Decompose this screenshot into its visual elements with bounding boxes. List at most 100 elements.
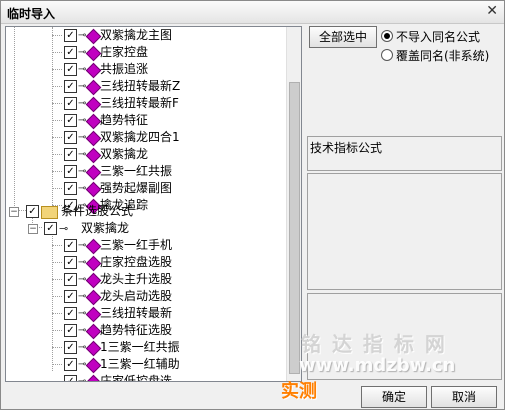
formula-icon bbox=[85, 181, 102, 198]
watermark-title: 铭 达 指 标 网 bbox=[301, 332, 447, 356]
checkbox[interactable]: ✓ bbox=[64, 358, 77, 371]
formula-icon bbox=[85, 374, 102, 381]
tree-folder-label: 条件选股公式 bbox=[61, 204, 134, 218]
tree-item[interactable]: ✓ ⊸ 强势起爆副图 bbox=[6, 180, 286, 198]
checkbox[interactable]: ✓ bbox=[64, 307, 77, 320]
tree-item-label: 庄家低控盘选 bbox=[100, 374, 173, 382]
tree-item-label: 三紫一红手机 bbox=[100, 238, 173, 252]
tree-item[interactable]: ✓ ⊸ 三线扭转最新Z bbox=[6, 78, 286, 96]
formula-icon bbox=[85, 238, 102, 255]
tree-item[interactable]: ✓ ⊸ 三线扭转最新 bbox=[6, 305, 286, 323]
tree-item[interactable]: ✓ ⊸ 1三紫一红共振 bbox=[6, 339, 286, 357]
formula-icon bbox=[85, 164, 102, 181]
formula-icon bbox=[85, 306, 102, 323]
collapse-icon[interactable]: − bbox=[9, 207, 19, 217]
tree-item-label: 双紫擒龙主图 bbox=[100, 28, 173, 42]
ok-button[interactable]: 确定 bbox=[361, 386, 427, 408]
formula-icon bbox=[85, 323, 102, 340]
tree-item-label: 双紫擒龙 bbox=[100, 147, 149, 161]
tree-item[interactable]: ✓ ⊸ 庄家控盘 bbox=[6, 44, 286, 62]
formula-icon bbox=[85, 45, 102, 62]
collapse-icon[interactable]: − bbox=[28, 224, 38, 234]
tree-item[interactable]: ✓ ⊸ 三紫一红共振 bbox=[6, 163, 286, 181]
tree-item[interactable]: ✓ ⊸ 庄家低控盘选 bbox=[6, 373, 286, 382]
tree-item-label: 强势起爆副图 bbox=[100, 181, 173, 195]
scrollbar-thumb[interactable] bbox=[289, 82, 300, 374]
cancel-button[interactable]: 取消 bbox=[431, 386, 497, 408]
close-icon[interactable]: ✕ bbox=[486, 3, 498, 19]
checkbox[interactable]: ✓ bbox=[64, 375, 77, 381]
checkbox[interactable]: ✓ bbox=[64, 182, 77, 195]
checkbox[interactable]: ✓ bbox=[64, 290, 77, 303]
formula-icon bbox=[85, 113, 102, 130]
checkbox[interactable]: ✓ bbox=[64, 131, 77, 144]
checkbox[interactable]: ✓ bbox=[64, 341, 77, 354]
formula-icon bbox=[85, 96, 102, 113]
checkbox[interactable]: ✓ bbox=[64, 165, 77, 178]
formula-icon bbox=[85, 147, 102, 164]
vertical-scrollbar[interactable] bbox=[286, 27, 301, 381]
tree-item[interactable]: ✓ ⊸ 三紫一红手机 bbox=[6, 237, 286, 255]
checkbox[interactable]: ✓ bbox=[64, 114, 77, 127]
tree-item-label: 三线扭转最新F bbox=[100, 96, 179, 110]
title-bar: 临时导入 ✕ bbox=[1, 1, 504, 24]
checkbox[interactable]: ✓ bbox=[44, 222, 57, 235]
tree-item[interactable]: ✓ ⊸ 龙头主升选股 bbox=[6, 271, 286, 289]
tree-item[interactable]: ✓ ⊸ 三线扭转最新F bbox=[6, 95, 286, 113]
watermark-url: www.mdzbw.cn bbox=[299, 355, 456, 376]
tree-item[interactable]: ✓ ⊸ 庄家控盘选股 bbox=[6, 254, 286, 272]
tree-item-label: 三紫一红共振 bbox=[100, 164, 173, 178]
checkbox[interactable]: ✓ bbox=[64, 97, 77, 110]
formula-icon bbox=[85, 62, 102, 79]
tree-folder[interactable]: − ✓ 条件选股公式 bbox=[6, 203, 286, 220]
tree-item-label: 三线扭转最新 bbox=[100, 306, 173, 320]
tree-item[interactable]: ✓ ⊸ 共振追涨 bbox=[6, 61, 286, 79]
checkbox[interactable]: ✓ bbox=[64, 239, 77, 252]
tree-group-label: 双紫擒龙 bbox=[81, 221, 130, 235]
formula-desc-panel bbox=[307, 173, 502, 290]
formula-icon bbox=[85, 28, 102, 45]
checkbox[interactable]: ✓ bbox=[64, 46, 77, 59]
tree-item-label: 龙头启动选股 bbox=[100, 289, 173, 303]
checkbox[interactable]: ✓ bbox=[64, 324, 77, 337]
checkbox[interactable]: ✓ bbox=[64, 29, 77, 42]
formula-icon bbox=[85, 272, 102, 289]
formula-icon bbox=[85, 130, 102, 147]
radio-skip-label: 不导入同名公式 bbox=[396, 30, 481, 44]
tree-item-label: 1三紫一红辅助 bbox=[100, 357, 180, 371]
checkbox[interactable]: ✓ bbox=[26, 205, 39, 218]
tree-item-label: 1三紫一红共振 bbox=[100, 340, 180, 354]
tree-item[interactable]: ✓ ⊸ 1三紫一红辅助 bbox=[6, 356, 286, 374]
checkbox[interactable]: ✓ bbox=[64, 256, 77, 269]
tree-item[interactable]: ✓ ⊸ 双紫擒龙四合1 bbox=[6, 129, 286, 147]
key-icon: ⊸ bbox=[78, 376, 87, 382]
tree-item-label: 龙头主升选股 bbox=[100, 272, 173, 286]
formula-tree[interactable]: ✓ ⊸ 双紫擒龙主图 ✓ ⊸ 庄家控盘 ✓ ⊸ 共振追涨 ✓ ⊸ 三线扭转最新Z bbox=[5, 26, 302, 382]
checkbox[interactable]: ✓ bbox=[64, 148, 77, 161]
checkbox[interactable]: ✓ bbox=[64, 80, 77, 93]
tree-item-label: 庄家控盘 bbox=[100, 45, 149, 59]
tree-item[interactable]: ✓ ⊸ 趋势特征选股 bbox=[6, 322, 286, 340]
radio-overwrite-label: 覆盖同名(非系统) bbox=[396, 49, 490, 63]
tree-item[interactable]: ✓ ⊸ 双紫擒龙主图 bbox=[6, 27, 286, 45]
formula-type-label: 技术指标公式 bbox=[310, 141, 383, 155]
radio-skip[interactable] bbox=[381, 30, 393, 42]
formula-icon bbox=[85, 289, 102, 306]
formula-icon bbox=[85, 357, 102, 374]
radio-overwrite[interactable] bbox=[381, 49, 393, 61]
tree-item-label: 趋势特征选股 bbox=[100, 323, 173, 337]
checkbox[interactable]: ✓ bbox=[64, 63, 77, 76]
key-icon: ⊸ bbox=[59, 222, 69, 235]
formula-type-panel: 技术指标公式 bbox=[307, 136, 502, 171]
window-title: 临时导入 bbox=[7, 7, 56, 21]
formula-icon bbox=[85, 340, 102, 357]
tree-item[interactable]: ✓ ⊸ 趋势特征 bbox=[6, 112, 286, 130]
tree-item-label: 庄家控盘选股 bbox=[100, 255, 173, 269]
tree-group[interactable]: − ✓ ⊸ 双紫擒龙 bbox=[6, 220, 286, 237]
tree-item-label: 共振追涨 bbox=[100, 62, 149, 76]
tree-item[interactable]: ✓ ⊸ 龙头启动选股 bbox=[6, 288, 286, 306]
tree-item[interactable]: ✓ ⊸ 双紫擒龙 bbox=[6, 146, 286, 164]
checkbox[interactable]: ✓ bbox=[64, 273, 77, 286]
select-all-button[interactable]: 全部选中 bbox=[309, 26, 377, 48]
formula-icon bbox=[85, 255, 102, 272]
